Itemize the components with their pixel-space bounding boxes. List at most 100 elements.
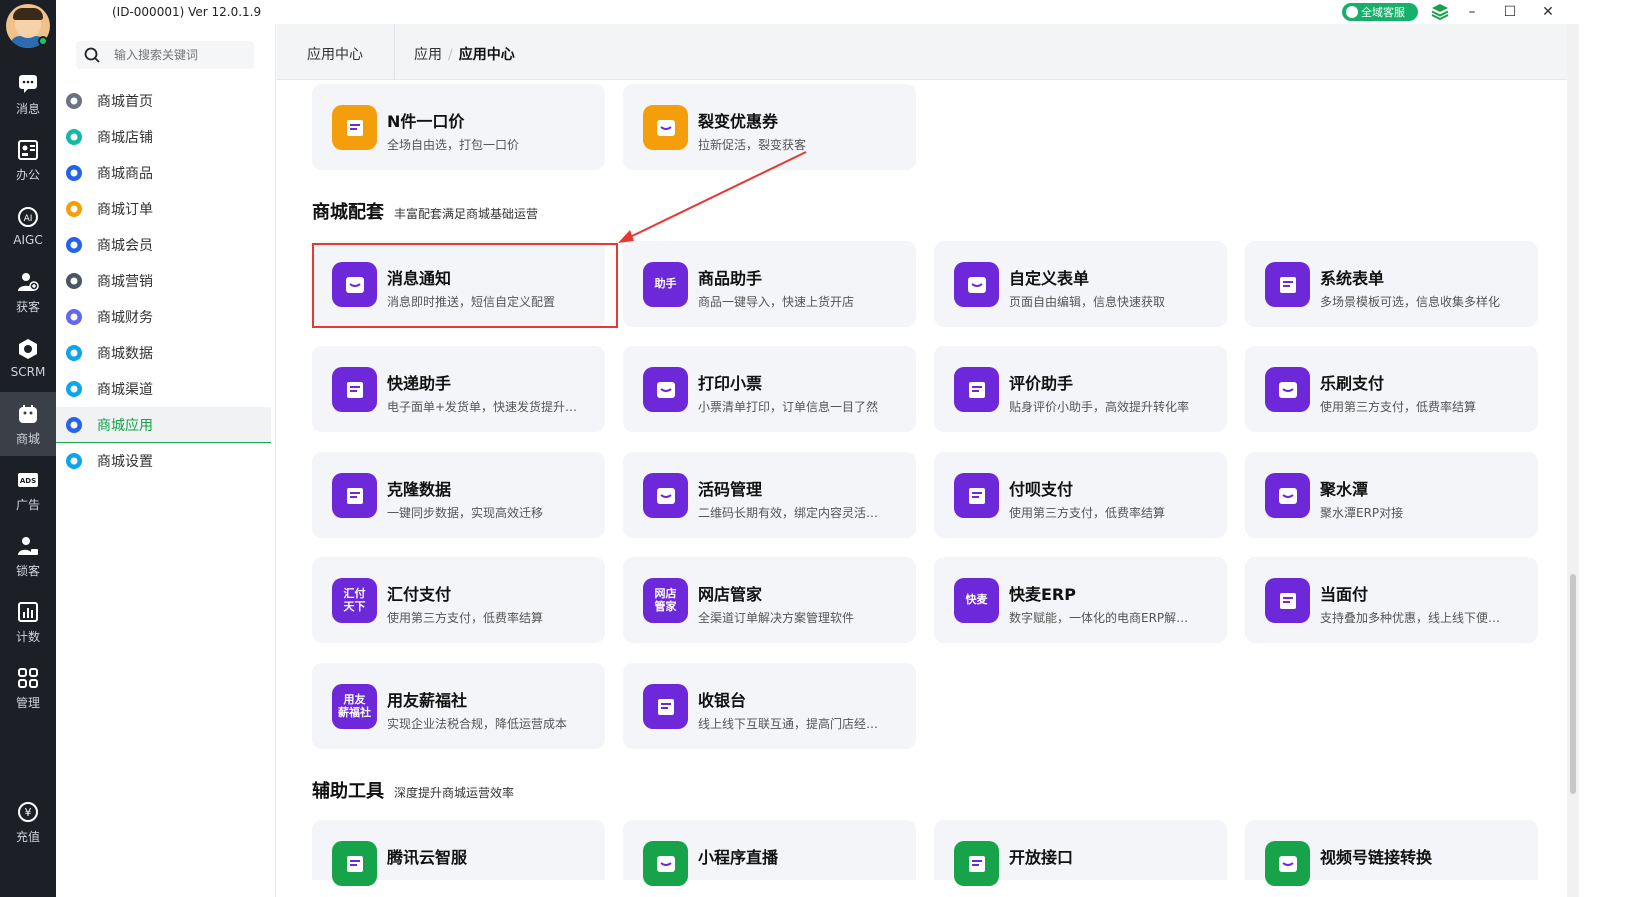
- menu-item-icon: [64, 271, 84, 291]
- leftnav-item-7[interactable]: 锁客: [0, 524, 56, 588]
- section-tools-title: 辅助工具 深度提升商城运营效率: [312, 777, 514, 803]
- section-title: 辅助工具: [312, 781, 384, 802]
- sidebar-item-3[interactable]: 商城订单: [56, 191, 271, 227]
- menu-item-icon: [64, 307, 84, 327]
- menu-item-icon: [64, 91, 84, 111]
- app-card-mall-5[interactable]: 打印小票 小票清单打印，订单信息一目了然: [623, 346, 916, 432]
- app-card-mall-1[interactable]: 助手 商品助手 商品一键导入，快速上货开店: [623, 241, 916, 327]
- menu-item-icon: [64, 127, 84, 147]
- app-desc: 线上线下互联互通，提高门店经…: [698, 717, 879, 731]
- app-title: 视频号链接转换: [1320, 848, 1433, 867]
- app-icon: 网店 管家: [643, 578, 688, 623]
- app-icon: [1265, 473, 1310, 518]
- app-card-mall-12[interactable]: 汇付 天下 汇付支付 使用第三方支付，低费率结算: [312, 557, 605, 643]
- sidebar-item-label: 商城商品: [97, 166, 153, 182]
- app-card-tool-3[interactable]: 视频号链接转换: [1245, 820, 1538, 886]
- scrollbar-thumb[interactable]: [1570, 574, 1576, 794]
- sidebar-item-5[interactable]: 商城营销: [56, 263, 271, 299]
- svg-text:¥: ¥: [25, 806, 32, 819]
- leftnav-label: SCRM: [10, 365, 46, 379]
- leftnav-item-9[interactable]: 管理: [0, 656, 56, 720]
- leftnav-item-2[interactable]: AI AIGC: [0, 194, 56, 258]
- layers-icon[interactable]: [1430, 2, 1450, 22]
- ai-icon: AI: [16, 205, 40, 229]
- app-card-top-1[interactable]: 裂变优惠券 拉新促活，裂变获客: [623, 84, 916, 170]
- app-card-tool-2[interactable]: 开放接口: [934, 820, 1227, 886]
- grid-icon: [16, 666, 40, 690]
- app-card-mall-16[interactable]: 用友 薪福社 用友薪福社 实现企业法税合规，降低运营成本: [312, 663, 605, 749]
- leftnav-item-1[interactable]: 办公: [0, 128, 56, 192]
- leftnav-item-4[interactable]: SCRM: [0, 326, 56, 390]
- sidebar-item-9[interactable]: 商城应用: [56, 407, 271, 443]
- app-card-mall-4[interactable]: 快递助手 电子面单+发货单，快速发货提升…: [312, 346, 605, 432]
- leftnav-item-6[interactable]: ADS 广告: [0, 458, 56, 522]
- highlight-box: [312, 243, 618, 328]
- menu-item-icon: [64, 199, 84, 219]
- sidebar-item-6[interactable]: 商城财务: [56, 299, 271, 335]
- menu-item-icon: [64, 343, 84, 363]
- app-card-mall-3[interactable]: 系统表单 多场景模板可选，信息收集多样化: [1245, 241, 1538, 327]
- app-desc: 聚水潭ERP对接: [1320, 506, 1404, 520]
- app-icon: 快麦: [954, 578, 999, 623]
- leftnav-item-5[interactable]: 商城: [0, 392, 56, 456]
- app-desc: 实现企业法税合规，降低运营成本: [387, 717, 568, 731]
- sidebar-item-8[interactable]: 商城渠道: [56, 371, 271, 407]
- leftnav-item-0[interactable]: 消息: [0, 62, 56, 126]
- sidebar-item-10[interactable]: 商城设置: [56, 443, 271, 479]
- leftnav-item-8[interactable]: 计数: [0, 590, 56, 654]
- app-title: N件一口价: [387, 112, 465, 131]
- app-icon: [332, 367, 377, 412]
- minimize-button[interactable]: –: [1462, 2, 1482, 22]
- sidebar-item-label: 商城渠道: [97, 382, 153, 398]
- search-input[interactable]: [114, 48, 244, 62]
- maximize-button[interactable]: ☐: [1500, 2, 1520, 22]
- app-card-tool-1[interactable]: 小程序直播: [623, 820, 916, 886]
- sidebar-menu: 商城首页商城店铺商城商品商城订单 商城会员 商城营销 商城财务 商城数据商城渠道商城应用…: [56, 83, 271, 479]
- sidebar-item-7[interactable]: 商城数据: [56, 335, 271, 371]
- close-button[interactable]: ✕: [1538, 2, 1558, 22]
- sidebar-item-4[interactable]: 商城会员: [56, 227, 271, 263]
- sidebar-item-0[interactable]: 商城首页: [56, 83, 271, 119]
- app-card-mall-15[interactable]: 当面付 支持叠加多种优惠，线上线下便…: [1245, 557, 1538, 643]
- app-title: 收银台: [698, 691, 747, 710]
- sidebar-item-label: 商城设置: [97, 454, 153, 470]
- customer-service-button[interactable]: 全域客服: [1342, 3, 1418, 21]
- breadcrumb-current: 应用中心: [458, 47, 515, 63]
- app-desc: 使用第三方支付，低费率结算: [1320, 400, 1477, 414]
- sidebar-item-label: 商城首页: [97, 94, 153, 110]
- app-icon: 汇付 天下: [332, 578, 377, 623]
- app-desc: 二维码长期有效，绑定内容灵活…: [698, 506, 879, 520]
- leftnav-item-10[interactable]: ¥ 充值: [0, 790, 56, 854]
- app-icon: [1265, 367, 1310, 412]
- app-title: 系统表单: [1320, 269, 1385, 288]
- app-card-mall-17[interactable]: 收银台线上线下互联互通，提高门店经…: [623, 663, 916, 749]
- app-card-mall-10[interactable]: 付呗支付 使用第三方支付，低费率结算: [934, 452, 1227, 538]
- office-icon: [16, 138, 40, 162]
- app-card-mall-8[interactable]: 克隆数据 一键同步数据，实现高效迁移: [312, 452, 605, 538]
- section-subtitle: 丰富配套满足商城基础运营: [394, 207, 539, 221]
- sidebar-item-2[interactable]: 商城商品: [56, 155, 271, 191]
- sidebar-item-1[interactable]: 商城店铺: [56, 119, 271, 155]
- app-card-mall-6[interactable]: 评价助手 贴身评价小助手，高效提升转化率: [934, 346, 1227, 432]
- app-icon: 用友 薪福社: [332, 684, 377, 729]
- app-card-tool-0[interactable]: 腾讯云智服: [312, 820, 605, 886]
- app-card-mall-9[interactable]: 活码管理 二维码长期有效，绑定内容灵活…: [623, 452, 916, 538]
- app-card-mall-7[interactable]: 乐刷支付 使用第三方支付，低费率结算: [1245, 346, 1538, 432]
- app-card-top-0[interactable]: N件一口价 全场自由选，打包一口价: [312, 84, 605, 170]
- breadcrumb-parent[interactable]: 应用: [414, 47, 442, 63]
- app-card-mall-13[interactable]: 网店 管家 网店管家 全渠道订单解决方案管理软件: [623, 557, 916, 643]
- leftnav-item-3[interactable]: 获客: [0, 260, 56, 324]
- app-icon: [954, 262, 999, 307]
- leftnav-label: 办公: [15, 167, 40, 182]
- sidebar-search[interactable]: [76, 41, 254, 69]
- app-center-tab[interactable]: 应用中心: [307, 44, 363, 64]
- chat-icon: [16, 72, 40, 96]
- app-card-mall-14[interactable]: 快麦 快麦ERP 数字赋能，一体化的电商ERP解…: [934, 557, 1227, 643]
- app-icon: [954, 367, 999, 412]
- ads-icon: ADS: [16, 468, 40, 492]
- leftnav-label: AIGC: [13, 233, 43, 247]
- app-card-mall-11[interactable]: 聚水潭 聚水潭ERP对接: [1245, 452, 1538, 538]
- app-card-mall-2[interactable]: 自定义表单 页面自由编辑，信息快速获取: [934, 241, 1227, 327]
- app-icon: [1265, 262, 1310, 307]
- scrollbar[interactable]: [1567, 24, 1579, 897]
